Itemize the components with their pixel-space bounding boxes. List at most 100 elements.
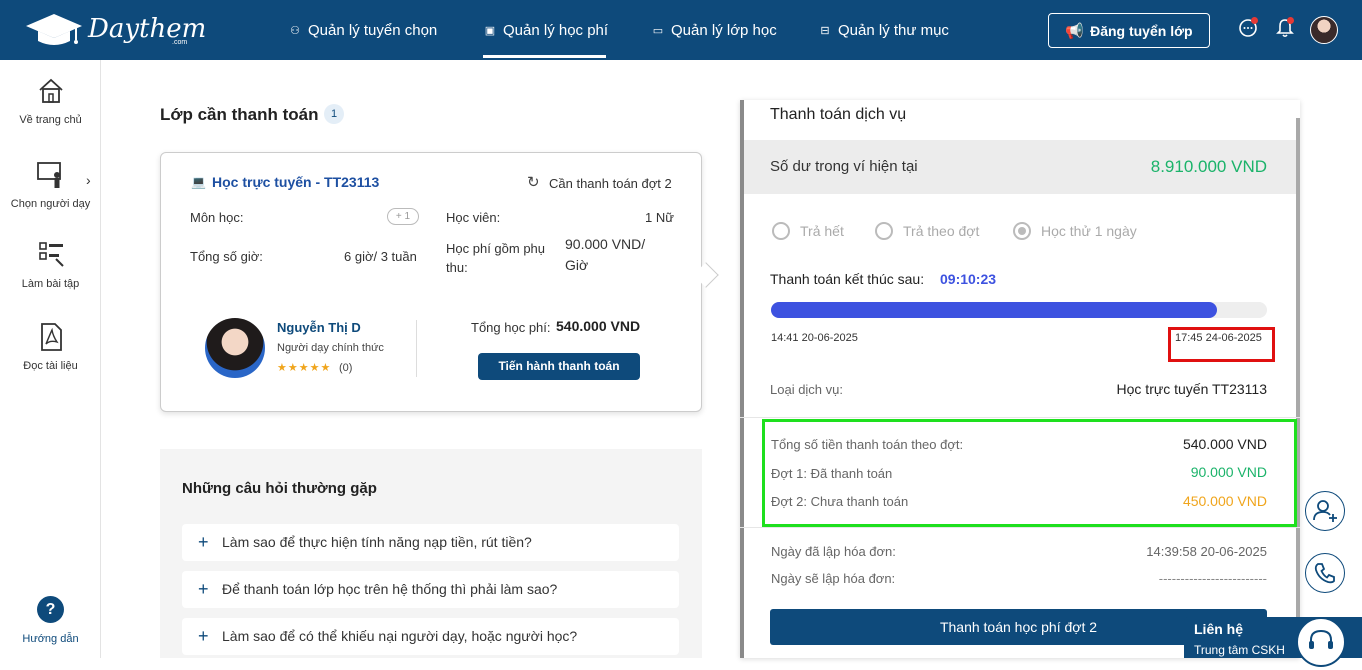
divider xyxy=(740,417,1300,418)
nav-active-indicator xyxy=(483,55,606,58)
radio-selected-icon xyxy=(1013,222,1031,240)
service-value: Học trực tuyến TT23113 xyxy=(1116,381,1267,397)
headset-icon[interactable] xyxy=(1296,617,1346,667)
nav-label: Quản lý học phí xyxy=(503,21,609,39)
pdf-icon xyxy=(40,323,62,351)
option-label: Trả hết xyxy=(800,223,844,239)
assignment-icon xyxy=(38,242,64,267)
faq-question: Để thanh toán lớp học trên hệ thống thì … xyxy=(222,581,558,597)
student-value: 1 Nữ xyxy=(645,210,674,225)
payment-status: Cần thanh toán đợt 2 xyxy=(549,176,672,191)
nav-label: Quản lý thư mục xyxy=(838,21,949,39)
faq-question: Làm sao để thực hiện tính năng nạp tiền,… xyxy=(222,534,532,550)
post-class-button[interactable]: 📢 Đăng tuyển lớp xyxy=(1048,13,1210,48)
contact-subtitle: Trung tâm CSKH xyxy=(1194,643,1285,657)
faq-item[interactable]: + Làm sao để thực hiện tính năng nạp tiề… xyxy=(182,524,679,561)
fee-label: Học phí gồm phụ thu: xyxy=(446,241,546,275)
add-user-icon xyxy=(1313,500,1337,522)
payment-progress-bar xyxy=(771,302,1267,318)
balance-label: Số dư trong ví hiện tại xyxy=(770,158,918,175)
sidebar-item-label: Hướng dẫn xyxy=(22,633,79,645)
notification-dot xyxy=(1287,17,1294,24)
hours-value: 6 giờ/ 3 tuần xyxy=(344,249,417,264)
faq-section: Những câu hỏi thường gặp + Làm sao để th… xyxy=(160,449,702,658)
start-time: 14:41 20-06-2025 xyxy=(771,332,858,344)
fee-value: 90.000 VND/ Giờ xyxy=(565,236,646,273)
nav-label: Quản lý tuyển chọn xyxy=(308,21,438,39)
class-title[interactable]: Học trực tuyến - TT23113 xyxy=(212,174,379,190)
loading-icon: ↻ xyxy=(527,174,540,191)
sidebar-item-help[interactable]: ? Hướng dẫn xyxy=(0,596,101,645)
total-value: 540.000 VND xyxy=(556,318,641,334)
payment-panel: Thanh toán dịch vụ Số dư trong ví hiện t… xyxy=(740,100,1300,658)
section-title: Lớp cần thanh toán xyxy=(160,105,319,124)
progress-fill xyxy=(771,302,1218,318)
logo-domain: .com xyxy=(172,39,188,46)
logo-text: Daythem xyxy=(88,14,207,44)
teacher-avatar[interactable] xyxy=(205,318,265,378)
panel-scrollbar-right[interactable] xyxy=(1296,118,1300,658)
sidebar-item-label: Chọn người dạy xyxy=(10,198,91,210)
sidebar-item-label: Làm bài tập xyxy=(21,278,80,290)
faq-item[interactable]: + Làm sao để có thể khiếu nại người dạy,… xyxy=(182,618,679,655)
invoice-next-value: ------------------------- xyxy=(1158,571,1267,586)
rating-count: (0) xyxy=(339,362,353,374)
add-user-button[interactable] xyxy=(1305,491,1345,531)
end-time-highlight xyxy=(1168,327,1275,362)
sidebar-item-homework[interactable]: Làm bài tập xyxy=(0,240,101,290)
service-label: Loại dịch vụ: xyxy=(770,382,843,397)
payment-title: Thanh toán dịch vụ xyxy=(770,106,907,123)
chevron-right-icon[interactable]: › xyxy=(86,172,91,188)
option-pay-all[interactable]: Trả hết xyxy=(772,222,844,240)
home-icon xyxy=(38,78,63,103)
option-label: Học thử 1 ngày xyxy=(1041,223,1137,239)
call-button[interactable] xyxy=(1305,553,1345,593)
radio-icon xyxy=(875,222,893,240)
countdown-value: 09:10:23 xyxy=(940,271,997,287)
count-badge: 1 xyxy=(324,104,344,124)
teacher-name[interactable]: Nguyễn Thị D xyxy=(277,320,361,335)
post-class-label: Đăng tuyển lớp xyxy=(1090,22,1193,39)
graduation-cap-icon xyxy=(26,14,82,45)
phone-icon xyxy=(1314,563,1335,584)
student-label: Học viên: xyxy=(446,210,501,225)
installment-highlight xyxy=(762,419,1297,527)
proceed-payment-button[interactable]: Tiến hành thanh toán xyxy=(478,353,640,380)
money-icon: ▣ xyxy=(484,24,496,37)
sidebar-item-home[interactable]: Về trang chủ xyxy=(0,76,101,126)
nav-folder-management[interactable]: ⊟ Quản lý thư mục xyxy=(818,0,949,60)
plus-icon: + xyxy=(198,532,209,552)
folder-icon: ⊟ xyxy=(820,24,830,37)
user-avatar[interactable] xyxy=(1310,16,1338,44)
teacher-role: Người dạy chính thức xyxy=(277,342,384,354)
sidebar-item-label: Đọc tài liệu xyxy=(23,360,78,372)
chat-unread-dot xyxy=(1251,17,1258,24)
subject-more-badge[interactable]: + 1 xyxy=(387,208,419,225)
sidebar-item-label: Về trang chủ xyxy=(19,114,82,126)
balance-value: 8.910.000 VND xyxy=(1150,157,1267,176)
countdown-label: Thanh toán kết thúc sau: xyxy=(770,271,925,287)
sidebar-item-documents[interactable]: Đọc tài liệu xyxy=(0,322,101,372)
class-card[interactable]: 💻 Học trực tuyến - TT23113 ↻ Cần thanh t… xyxy=(160,152,702,412)
nav-label: Quản lý lớp học xyxy=(671,21,777,39)
invoice-next-label: Ngày sẽ lập hóa đơn: xyxy=(771,571,896,586)
invoice-created-label: Ngày đã lập hóa đơn: xyxy=(771,544,896,559)
subject-label: Môn học: xyxy=(190,210,244,225)
option-pay-installment[interactable]: Trả theo đợt xyxy=(875,222,979,240)
nav-class-management[interactable]: ▭ Quản lý lớp học xyxy=(651,0,777,60)
hours-label: Tổng số giờ: xyxy=(190,249,263,264)
faq-question: Làm sao để có thể khiếu nại người dạy, h… xyxy=(222,628,578,644)
faq-item[interactable]: + Để thanh toán lớp học trên hệ thống th… xyxy=(182,571,679,608)
option-trial-day[interactable]: Học thử 1 ngày xyxy=(1013,222,1137,240)
contact-title: Liên hệ xyxy=(1194,621,1244,637)
plus-icon: + xyxy=(198,626,209,646)
rating-stars: ★★★★★ xyxy=(277,362,332,374)
divider xyxy=(740,527,1300,528)
daythem-logo[interactable]: Daythem .com xyxy=(24,12,206,50)
faq-title: Những câu hỏi thường gặp xyxy=(182,480,377,497)
plus-icon: + xyxy=(198,579,209,599)
nav-tuition-management[interactable]: ▣ Quản lý học phí xyxy=(483,0,608,60)
card-divider xyxy=(416,320,417,377)
people-icon: ⚇ xyxy=(290,24,300,37)
nav-selection-management[interactable]: ⚇ Quản lý tuyển chọn xyxy=(288,0,437,60)
